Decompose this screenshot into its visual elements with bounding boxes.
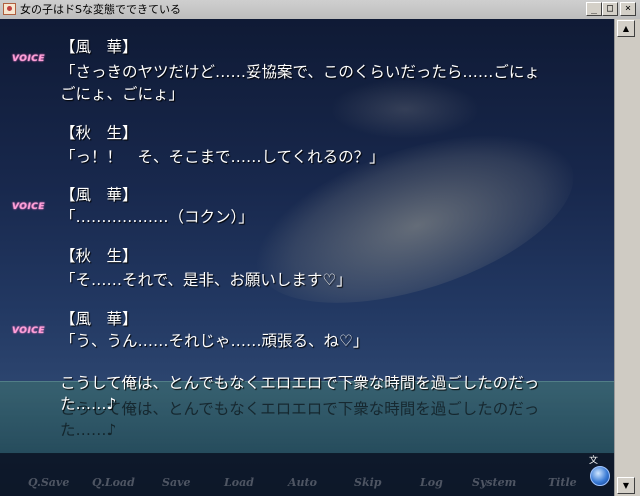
vertical-scrollbar[interactable]: ▲ ▼ — [614, 19, 640, 496]
dialogue-line: 「う、うん……それじゃ……頑張る、ね♡」 — [60, 332, 369, 350]
page-mark: 文 — [589, 456, 599, 466]
qload-button[interactable]: Q.Load — [92, 476, 135, 489]
scroll-up-icon[interactable]: ▲ — [617, 20, 635, 37]
speaker-name: 【風 華】 — [60, 310, 138, 328]
skip-button[interactable]: Skip — [354, 476, 381, 489]
speaker-name: 【風 華】 — [60, 38, 138, 56]
save-button[interactable]: Save — [162, 476, 190, 489]
dialogue-line: 「………………（コクン）」 — [60, 208, 254, 226]
scroll-down-icon[interactable]: ▼ — [617, 477, 635, 494]
log-button[interactable]: Log — [420, 476, 443, 489]
dialogue-line: 「っ！！ そ、そこまで……してくれるの？」 — [60, 148, 385, 166]
load-button[interactable]: Load — [224, 476, 254, 489]
voice-replay-icon[interactable]: VOICE — [12, 201, 52, 213]
title-button[interactable]: Title — [548, 476, 577, 489]
window-title: 女の子はドSな変態でできている — [20, 3, 181, 16]
dialogue-line: 「そ……それで、是非、お願いします♡」 — [60, 271, 352, 289]
background-cloud — [330, 79, 480, 139]
narration-line: こうして俺は、とんでもなくエロエロで下衆な時間を過ごしたのだっ — [60, 374, 540, 392]
system-button[interactable]: System — [472, 476, 516, 489]
system-menu-bar: Q.Save Q.Load Save Load Auto Skip Log Sy… — [0, 470, 614, 494]
title-bar: 女の子はドSな変態でできている _ □ × — [0, 0, 640, 20]
close-button[interactable]: × — [620, 2, 636, 16]
voice-replay-icon[interactable]: VOICE — [12, 325, 52, 337]
voice-replay-icon[interactable]: VOICE — [12, 53, 52, 65]
maximize-button[interactable]: □ — [602, 2, 618, 16]
speaker-name: 【秋 生】 — [60, 124, 138, 142]
game-scene[interactable]: こうして俺は、とんでもなくエロエロで下衆な時間を過ごしたのだっ た……♪ VOI… — [0, 19, 614, 496]
narration-line: た……♪ — [60, 395, 117, 413]
speaker-name: 【風 華】 — [60, 186, 138, 204]
dialogue-ghost-line: た……♪ — [60, 421, 117, 439]
qsave-button[interactable]: Q.Save — [28, 476, 69, 489]
dialogue-line: ごにょ、ごにょ」 — [60, 85, 185, 103]
speaker-name: 【秋 生】 — [60, 247, 138, 265]
app-icon — [3, 3, 16, 15]
dialogue-ghost-line: こうして俺は、とんでもなくエロエロで下衆な時間を過ごしたのだっ — [60, 400, 540, 418]
auto-button[interactable]: Auto — [288, 476, 317, 489]
dialogue-line: 「さっきのヤツだけど……妥協案で、このくらいだったら……ごにょ — [60, 63, 540, 81]
minimize-button[interactable]: _ — [586, 2, 602, 16]
game-window: 女の子はドSな変態でできている _ □ × こうして俺は、とんでもなくエロエロで… — [0, 0, 640, 496]
